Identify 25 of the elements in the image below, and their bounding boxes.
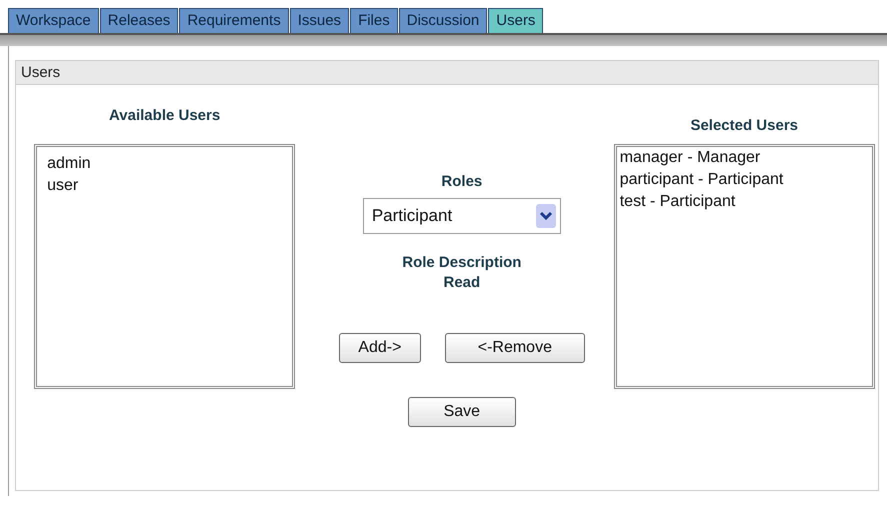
tab[interactable]: Discussion (398, 8, 488, 33)
remove-button[interactable]: <-Remove (444, 333, 585, 363)
list-item[interactable]: user (47, 175, 282, 197)
roles-select[interactable]: Participant (362, 198, 561, 234)
list-item[interactable]: manager - Manager (620, 147, 869, 169)
available-users-list[interactable]: admin user (34, 144, 296, 389)
role-description-label: Role Description (402, 254, 522, 271)
tab[interactable]: Requirements (179, 8, 289, 33)
selected-users-list[interactable]: manager - Manager participant - Participant test - Participant (614, 144, 875, 389)
tab[interactable]: Issues (290, 8, 350, 33)
save-button[interactable]: Save (408, 397, 516, 427)
list-item[interactable]: test - Participant (620, 191, 869, 213)
tab[interactable]: Users (488, 8, 544, 33)
list-heading: Available Users (109, 107, 220, 124)
chevron-down-icon (536, 204, 556, 228)
add-button[interactable]: Add-> (338, 333, 421, 363)
tab[interactable]: Releases (100, 8, 178, 33)
section-title: Users (15, 60, 879, 85)
list-heading: Selected Users (690, 117, 798, 134)
tab[interactable]: Files (350, 8, 398, 33)
tab[interactable]: Workspace (8, 8, 99, 33)
list-item[interactable]: admin (47, 153, 282, 175)
role-description: Read (444, 274, 480, 291)
roles-label: Roles (441, 173, 482, 190)
list-item[interactable]: participant - Participant (620, 169, 869, 191)
